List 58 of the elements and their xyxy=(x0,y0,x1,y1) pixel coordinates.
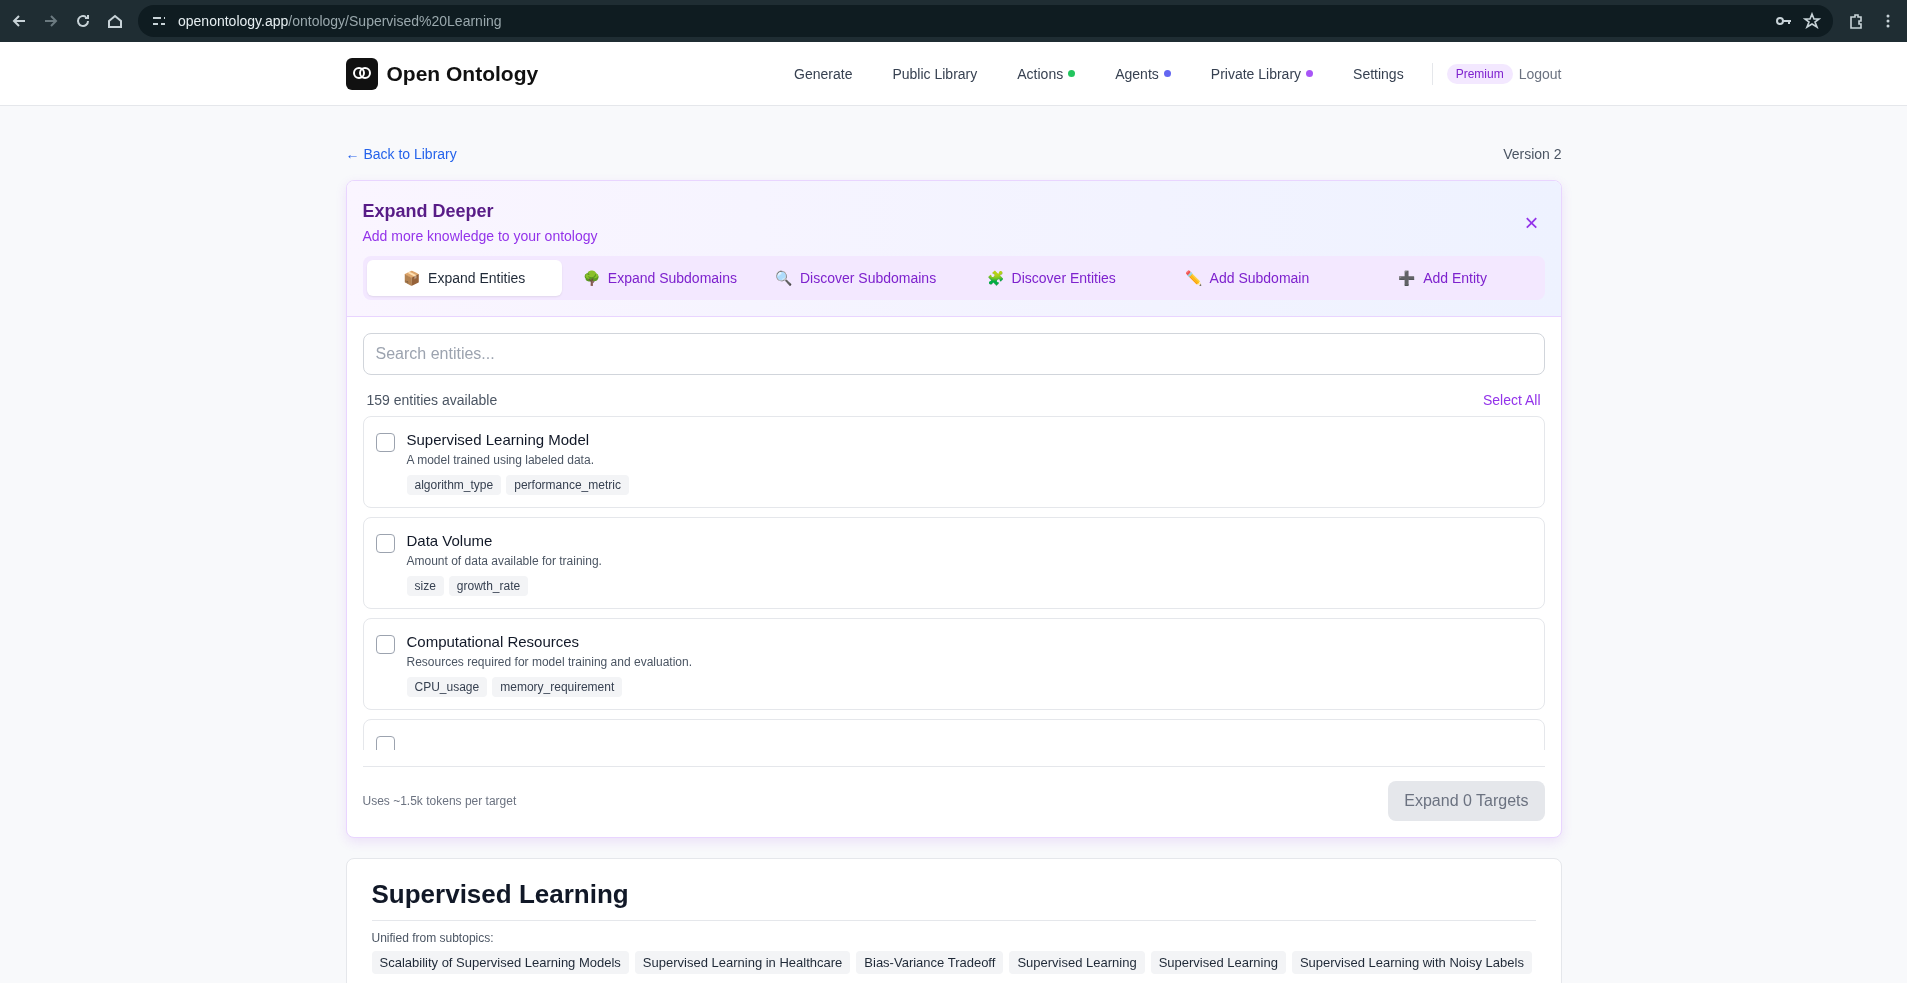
subtopic-tag[interactable]: Supervised Learning xyxy=(1009,951,1145,974)
tab[interactable]: ➕ Add Entity xyxy=(1344,260,1541,296)
tab[interactable]: 🌳 Expand Subdomains xyxy=(562,260,758,296)
tab[interactable]: 🔍 Discover Subdomains xyxy=(757,260,954,296)
tab[interactable]: ✏ Add Subdomain xyxy=(1149,260,1345,296)
entity-description: Amount of data available for training. xyxy=(406,554,602,568)
nav-link[interactable]: Settings xyxy=(1353,65,1404,82)
nav-link[interactable]: Public Library xyxy=(892,65,978,82)
property-tag: memory_requirement xyxy=(492,677,623,697)
subtopic-tag[interactable]: Supervised Learning with Noisy Labels xyxy=(1291,951,1532,974)
url-text: openontology.app/ontology/Supervised%20Learning xyxy=(178,13,502,29)
select-all-link[interactable]: Select All xyxy=(1482,392,1541,408)
logo[interactable] xyxy=(345,57,378,90)
checkbox[interactable] xyxy=(375,433,395,452)
entity-name: Supervised Learning Model xyxy=(406,431,591,448)
entity-name: Computational Resources xyxy=(406,633,581,650)
subtopic-tag[interactable]: Supervised Learning in Healthcare xyxy=(634,951,851,974)
token-note: Uses ~1.5k tokens per target xyxy=(362,794,517,808)
unified-label: Unified from subtopics: xyxy=(371,931,495,945)
tab[interactable]: 📦 Expand Entities xyxy=(366,260,563,296)
property-tag: CPU_usage xyxy=(406,677,488,697)
nav-link[interactable]: Actions xyxy=(1017,65,1076,82)
property-tag: growth_rate xyxy=(448,576,529,596)
nav-link[interactable]: Generate xyxy=(794,65,853,82)
nav-link[interactable]: Agents xyxy=(1115,65,1171,82)
checkbox[interactable] xyxy=(375,534,395,553)
nav-link[interactable]: Private Library xyxy=(1210,65,1314,82)
entity-description: A model trained using labeled data. xyxy=(406,453,595,467)
entity-description: Resources required for model training and evaluation. xyxy=(406,655,692,669)
logout-link[interactable]: Logout xyxy=(1518,65,1562,82)
entity-count: 159 entities available xyxy=(366,392,498,408)
property-tag: performance_metric xyxy=(506,475,629,495)
reload-icon[interactable] xyxy=(74,12,92,30)
back-link[interactable]: ← Back to Library xyxy=(345,146,457,166)
search-field[interactable]: Search entities... xyxy=(362,333,1545,375)
entity-card[interactable]: Data Volume Amount of data available for training. size growth_rate xyxy=(362,517,1545,609)
panel-title: Expand Deeper xyxy=(362,201,495,222)
close-button[interactable]: × xyxy=(1518,208,1545,237)
extensions-icon[interactable] xyxy=(1847,12,1865,30)
version-label: Version 2 xyxy=(1503,146,1562,164)
panel-subtitle: Add more knowledge to your ontology xyxy=(362,228,598,244)
entity-card[interactable]: Computational Resources Resources required for model training and evaluation. CPU_usage memory_requirement xyxy=(362,618,1545,710)
checkbox[interactable] xyxy=(375,736,395,750)
entity-name: Data Volume xyxy=(406,532,494,549)
property-tag: size xyxy=(406,576,444,596)
ontology-title: Supervised Learning xyxy=(371,879,1536,921)
property-tag: algorithm_type xyxy=(406,475,502,495)
plan-badge: Premium xyxy=(1446,63,1513,84)
subtopic-tag[interactable]: Scalability of Supervised Learning Models xyxy=(371,951,629,974)
address-bar[interactable]: openontology.app/ontology/Supervised%20Learning xyxy=(138,5,1833,37)
brand-name[interactable]: Open Ontology xyxy=(386,61,539,86)
subtopic-tag[interactable]: Bias-Variance Tradeoff xyxy=(856,951,1004,974)
home-icon[interactable] xyxy=(106,12,124,30)
entity-card[interactable]: Supervised Learning Model A model trained using labeled data. algorithm_type performance_metric xyxy=(362,416,1545,508)
star-icon[interactable] xyxy=(1803,12,1821,30)
tab[interactable]: 🧩 Discover Entities xyxy=(953,260,1150,296)
subtopic-tag[interactable]: Supervised Learning xyxy=(1150,951,1286,974)
checkbox[interactable] xyxy=(375,635,395,654)
